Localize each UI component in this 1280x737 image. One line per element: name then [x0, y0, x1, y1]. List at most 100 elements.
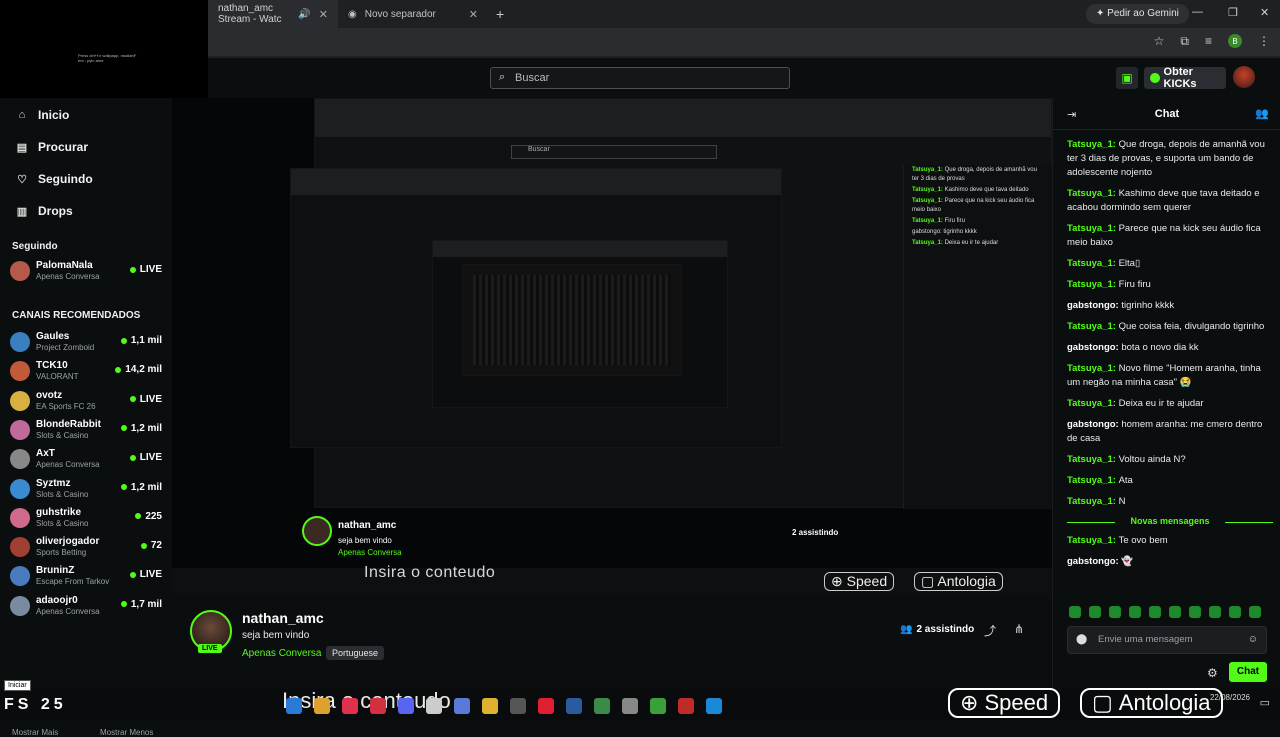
emoji-icon[interactable]: ☺	[1248, 634, 1258, 645]
channel-category: Project Zomboid	[36, 343, 95, 352]
chat-username[interactable]: Tatsuya_1:	[1067, 535, 1119, 546]
mute-icon[interactable]: 🔊	[298, 9, 310, 20]
recommended-channel[interactable]: AxT Apenas Conversa LIVE	[10, 446, 162, 472]
files-app-icon[interactable]	[314, 698, 330, 714]
chat-message-input[interactable]: ⬤ Envie uma mensagem ☺	[1067, 626, 1267, 654]
emote-icon[interactable]	[1069, 606, 1081, 618]
game-app-icon[interactable]	[426, 698, 442, 714]
diamond-app-icon[interactable]	[454, 698, 470, 714]
recommended-channel[interactable]: TCK10 VALORANT 14,2 mil	[10, 358, 162, 384]
layers-app-icon[interactable]	[482, 698, 498, 714]
maximize-icon[interactable]: ❐	[1228, 6, 1238, 19]
chat-text: 👻	[1121, 556, 1134, 567]
drops-icon: ▥	[16, 205, 28, 218]
recommended-channel[interactable]: oliverjogador Sports Betting 72	[10, 534, 162, 560]
menu-dots-icon[interactable]: ⋮	[1258, 34, 1270, 49]
channel-category: Slots & Casino	[36, 518, 89, 528]
chat-username[interactable]: Tatsuya_1:	[1067, 454, 1119, 465]
language-tag[interactable]: Portuguese	[326, 646, 385, 660]
channel-name: AxT	[36, 448, 55, 460]
chat-username[interactable]: gabstongo:	[1067, 556, 1121, 567]
chat-settings-icon[interactable]: ⚙	[1207, 666, 1218, 680]
chat-send-button[interactable]: Chat	[1229, 662, 1267, 682]
chat-users-icon[interactable]: 👥	[1255, 107, 1269, 120]
horn-app-icon[interactable]	[622, 698, 638, 714]
gemini-button[interactable]: ✦ Pedir ao Gemini	[1086, 4, 1189, 24]
new-tab-button[interactable]: +	[496, 6, 504, 22]
tab-stream[interactable]: nathan_amc Stream - Watc 🔊 ✕	[208, 0, 338, 28]
emote-icon[interactable]	[1109, 606, 1121, 618]
show-less-button[interactable]: Mostrar Menos	[100, 728, 153, 737]
channel-category: Apenas Conversa	[36, 272, 100, 281]
chat-username[interactable]: Tatsuya_1:	[1067, 475, 1119, 486]
bookmark-star-icon[interactable]: ☆	[1154, 34, 1165, 49]
emote-icon[interactable]	[1189, 606, 1201, 618]
streamer-name[interactable]: nathan_amc	[242, 610, 324, 626]
emote-icon[interactable]	[1209, 606, 1221, 618]
following-channel[interactable]: PalomaNala Apenas Conversa LIVE	[10, 258, 162, 284]
close-tab-icon[interactable]: ✕	[469, 8, 478, 21]
chat-message: Tatsuya_1: Ata	[1067, 474, 1273, 488]
mask-app-icon[interactable]	[678, 698, 694, 714]
chat-username[interactable]: Tatsuya_1:	[1067, 188, 1119, 199]
emote-icon[interactable]	[1129, 606, 1141, 618]
discord-app-icon[interactable]	[398, 698, 414, 714]
video-player[interactable]: Buscar Tatsuya_1: Que droga, depois de a…	[172, 98, 1052, 594]
obter-kicks-button[interactable]: Obter KICKs	[1144, 66, 1226, 90]
green-app-icon[interactable]	[594, 698, 610, 714]
close-window-icon[interactable]: ✕	[1260, 6, 1269, 19]
emote-icon[interactable]	[1249, 606, 1261, 618]
recommended-channel[interactable]: ovotz EA Sports FC 26 LIVE	[10, 388, 162, 414]
nested-browser-bar	[291, 169, 781, 195]
adobe-app-icon[interactable]	[370, 698, 386, 714]
nav-home[interactable]: ⌂ Inicio	[16, 108, 70, 122]
chat-username[interactable]: Tatsuya_1:	[1067, 363, 1119, 374]
chat-username[interactable]: Tatsuya_1:	[1067, 321, 1119, 332]
recommended-channel[interactable]: Syztmz Slots & Casino 1,2 mil	[10, 476, 162, 502]
chat-username[interactable]: Tatsuya_1:	[1067, 258, 1119, 269]
emote-icon[interactable]	[1149, 606, 1161, 618]
chat-username[interactable]: Tatsuya_1:	[1067, 223, 1119, 234]
red-app-icon[interactable]	[538, 698, 554, 714]
stream-category[interactable]: Apenas Conversa	[242, 648, 322, 659]
edge-app-icon[interactable]	[706, 698, 722, 714]
chat-username[interactable]: gabstongo:	[1067, 419, 1121, 430]
kick-store-button[interactable]: ▣	[1116, 67, 1138, 89]
show-more-button[interactable]: Mostrar Mais	[12, 728, 58, 737]
kick-app-icon[interactable]	[650, 698, 666, 714]
chrome-app-icon[interactable]	[286, 698, 302, 714]
nav-drops[interactable]: ▥ Drops	[16, 204, 73, 218]
nav-browse[interactable]: ▤ Procurar	[16, 140, 88, 154]
chat-username[interactable]: Tatsuya_1:	[1067, 139, 1119, 150]
minimize-icon[interactable]: —	[1192, 6, 1203, 18]
steam-app-icon[interactable]	[510, 698, 526, 714]
nav-following[interactable]: ♡ Seguindo	[16, 172, 93, 186]
recommended-channel[interactable]: adaoojr0 Apenas Conversa 1,7 mil	[10, 593, 162, 619]
profile-avatar[interactable]: B	[1228, 34, 1242, 48]
emote-icon[interactable]	[1169, 606, 1181, 618]
emote-icon[interactable]	[1229, 606, 1241, 618]
more-options-icon[interactable]: ⋔	[1014, 622, 1024, 636]
recommended-channel[interactable]: BlondeRabbit Slots & Casino 1,2 mil	[10, 417, 162, 443]
notification-icon[interactable]: ▭	[1260, 696, 1270, 709]
chat-username[interactable]: gabstongo:	[1067, 300, 1121, 311]
tab-new[interactable]: ◉ Novo separador ✕	[338, 0, 488, 28]
share-icon[interactable]: ⤴	[984, 622, 996, 639]
viewer-label: LIVE	[139, 569, 162, 581]
emote-icon[interactable]	[1089, 606, 1101, 618]
chat-username[interactable]: Tatsuya_1:	[1067, 279, 1119, 290]
recommended-channel[interactable]: BruninZ Escape From Tarkov LIVE	[10, 563, 162, 589]
chat-username[interactable]: Tatsuya_1:	[1067, 398, 1119, 409]
search-input[interactable]: ⌕ Buscar	[490, 67, 790, 89]
search-app-icon[interactable]	[566, 698, 582, 714]
close-tab-icon[interactable]: ✕	[319, 8, 328, 21]
reading-list-icon[interactable]: ≡	[1205, 34, 1212, 49]
extensions-icon[interactable]: ⧉	[1180, 34, 1189, 49]
nested-capture-4	[462, 264, 682, 376]
recommended-channel[interactable]: Gaules Project Zomboid 1,1 mil	[10, 329, 162, 355]
chat-username[interactable]: Tatsuya_1:	[1067, 496, 1119, 507]
recommended-channel[interactable]: guhstrike Slots & Casino 225	[10, 505, 162, 531]
user-avatar[interactable]	[1233, 66, 1255, 88]
chat-username[interactable]: gabstongo:	[1067, 342, 1121, 353]
tiktok-app-icon[interactable]	[342, 698, 358, 714]
